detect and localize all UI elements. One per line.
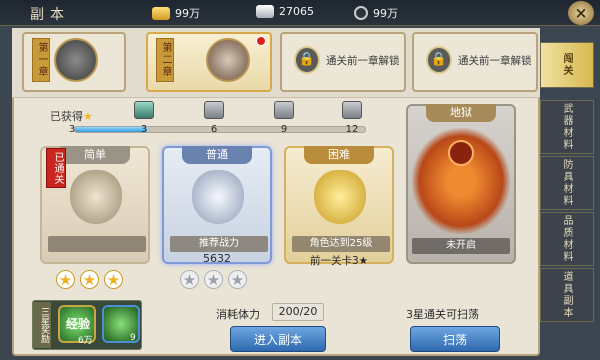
lock-icon: 🔒: [294, 46, 320, 74]
emblem-icon: [70, 170, 122, 224]
not-open-label: 未开启: [412, 238, 510, 254]
lock-icon: 🔒: [426, 46, 452, 74]
reward-count: 6万: [78, 336, 93, 346]
gold-resource: 99万: [152, 5, 200, 21]
chapter-tag: 第二章: [156, 38, 174, 82]
silver-resource: 27065: [256, 5, 314, 18]
notification-dot: [256, 36, 266, 46]
difficulty-card-normal[interactable]: 普通 推荐战力 ★ ★ ★: [162, 146, 272, 289]
card-subbar: [48, 236, 146, 252]
star-icon: ★: [83, 110, 93, 123]
locked-label: 通关前一章解锁: [326, 55, 400, 67]
recommended-power-value: 5632: [203, 252, 231, 265]
chapter-portrait: [206, 38, 250, 82]
star-icon: ★: [80, 270, 99, 289]
sweep-hint: 3星通关可扫荡: [406, 308, 479, 321]
close-button[interactable]: ×: [568, 1, 594, 25]
card-title: 地狱: [426, 104, 496, 122]
chapter-portrait: [54, 38, 98, 82]
star-icon: ★: [180, 270, 199, 289]
boss-face: [448, 140, 474, 166]
star-icon: ★: [204, 270, 223, 289]
chapter-4-locked[interactable]: 🔒 通关前一章解锁: [412, 32, 538, 92]
recommended-power-label: 推荐战力: [170, 236, 268, 252]
chapter-tag: 第一章: [32, 38, 50, 82]
star-icon: ★: [228, 270, 247, 289]
star-icon: ★: [56, 270, 75, 289]
reward-count: 9: [130, 333, 136, 343]
tab-item-dungeon[interactable]: 道具副本: [540, 268, 594, 322]
stamina-cost-label: 消耗体力: [216, 308, 260, 321]
three-star-reward-label: 三星奖励: [33, 302, 51, 348]
obtained-label: 已获得★: [50, 110, 93, 123]
energy-reward-icon[interactable]: 9: [102, 305, 140, 343]
tab-weapon-materials[interactable]: 武器材料: [540, 100, 594, 154]
difficulty-card-hard[interactable]: 困难 角色达到25级: [284, 146, 394, 264]
chest-icon[interactable]: [274, 101, 294, 119]
tab-quality-materials[interactable]: 品质材料: [540, 212, 594, 266]
gem-resource: 99万: [354, 5, 398, 21]
chest-icon[interactable]: [134, 101, 154, 119]
chapter-1[interactable]: 第一章: [22, 32, 126, 92]
previous-stage-requirement: 前一关卡3★: [309, 255, 369, 267]
gem-icon: [354, 6, 368, 20]
milestone-9: 9: [280, 124, 288, 135]
gold-icon: [152, 6, 170, 20]
milestone-12: 12: [345, 124, 359, 135]
milestone-6: 6: [210, 124, 218, 135]
chest-icon[interactable]: [342, 101, 362, 119]
chapter-2[interactable]: 第二章: [146, 32, 272, 92]
star-icon: ★: [104, 270, 123, 289]
reward-name: 经验: [66, 317, 91, 331]
chest-icon[interactable]: [204, 101, 224, 119]
level-requirement: 角色达到25级: [292, 236, 390, 252]
milestone-3: 3: [140, 124, 148, 135]
tab-armor-materials[interactable]: 防具材料: [540, 156, 594, 210]
page-title: 副本: [30, 7, 70, 23]
emblem-icon: [314, 170, 366, 224]
current-stars: 3: [68, 124, 76, 135]
card-title: 普通: [182, 146, 252, 164]
stamina-cost-value: 200/20: [272, 303, 324, 321]
silver-icon: [256, 5, 274, 18]
enter-dungeon-button[interactable]: 进入副本: [230, 326, 326, 352]
locked-label: 通关前一章解锁: [458, 55, 532, 67]
card-title: 简单: [60, 146, 130, 164]
chapter-3-locked[interactable]: 🔒 通关前一章解锁: [280, 32, 406, 92]
card-title: 困难: [304, 146, 374, 164]
cleared-badge: 已通关: [46, 148, 66, 188]
sweep-button[interactable]: 扫荡: [410, 326, 500, 352]
exp-reward-icon[interactable]: 经验 6万: [58, 305, 96, 346]
emblem-icon: [192, 170, 244, 224]
tab-chuangguan[interactable]: 闯关: [540, 42, 594, 88]
